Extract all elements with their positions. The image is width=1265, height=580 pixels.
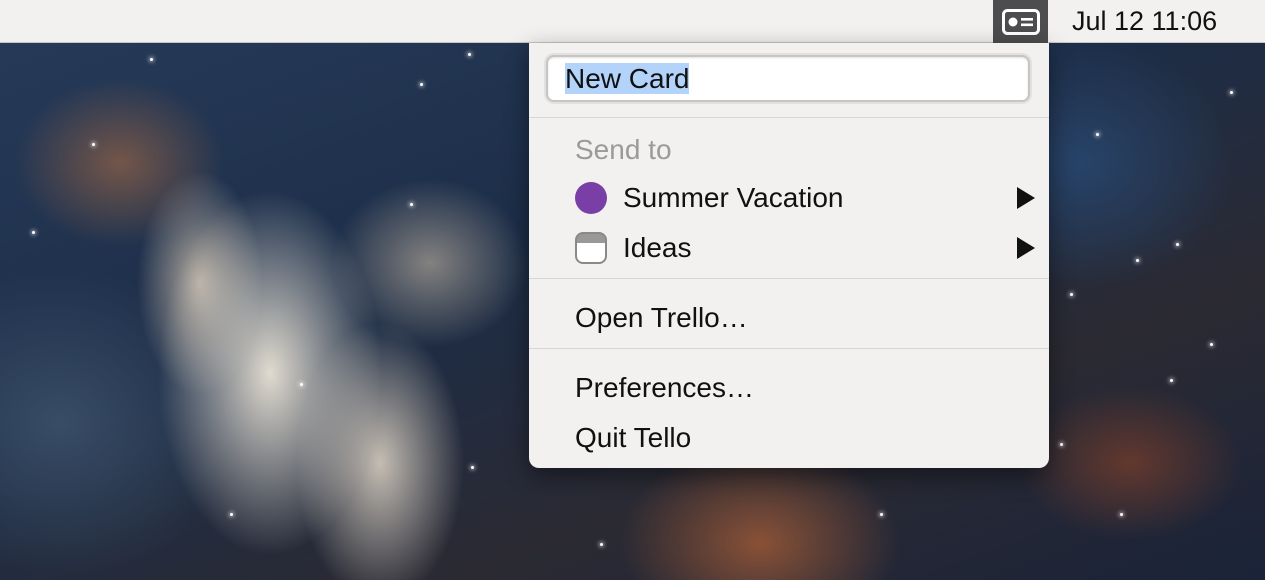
submenu-arrow-icon — [1017, 237, 1035, 259]
star — [471, 466, 474, 469]
trello-card-icon — [1001, 8, 1040, 35]
star — [230, 513, 233, 516]
star — [420, 83, 423, 86]
star — [468, 53, 471, 56]
star — [1060, 443, 1063, 446]
star — [600, 543, 603, 546]
new-card-input[interactable]: New Card — [546, 55, 1030, 102]
menu-separator — [529, 348, 1049, 349]
star — [1210, 343, 1213, 346]
board-label: Ideas — [623, 232, 692, 263]
star — [1170, 379, 1173, 382]
trello-status-item[interactable] — [993, 0, 1048, 43]
board-item-summer-vacation[interactable]: Summer Vacation — [575, 178, 1035, 218]
star — [880, 513, 883, 516]
board-label: Summer Vacation — [623, 182, 844, 213]
menu-separator — [529, 278, 1049, 279]
preferences-item[interactable]: Preferences… — [575, 370, 754, 406]
new-card-text-selection: New Card — [565, 63, 690, 94]
quit-item[interactable]: Quit Tello — [575, 420, 691, 456]
star — [32, 231, 35, 234]
star — [1176, 243, 1179, 246]
menubar-clock[interactable]: Jul 12 11:06 — [1072, 0, 1217, 43]
trello-dropdown-menu: New Card Send to Summer Vacation Ideas O… — [529, 43, 1049, 468]
menu-separator — [529, 117, 1049, 118]
board-color-dot-icon — [575, 182, 607, 214]
star — [1096, 133, 1099, 136]
star — [92, 143, 95, 146]
open-trello-item[interactable]: Open Trello… — [575, 300, 748, 336]
star — [1136, 259, 1139, 262]
star — [410, 203, 413, 206]
star — [1070, 293, 1073, 296]
send-to-header: Send to — [575, 134, 672, 165]
submenu-arrow-icon — [1017, 187, 1035, 209]
star — [150, 58, 153, 61]
star — [300, 383, 303, 386]
board-default-icon — [575, 232, 607, 264]
menu-bar: Jul 12 11:06 — [0, 0, 1265, 43]
star — [1230, 91, 1233, 94]
star — [1120, 513, 1123, 516]
board-item-ideas[interactable]: Ideas — [575, 228, 1035, 268]
